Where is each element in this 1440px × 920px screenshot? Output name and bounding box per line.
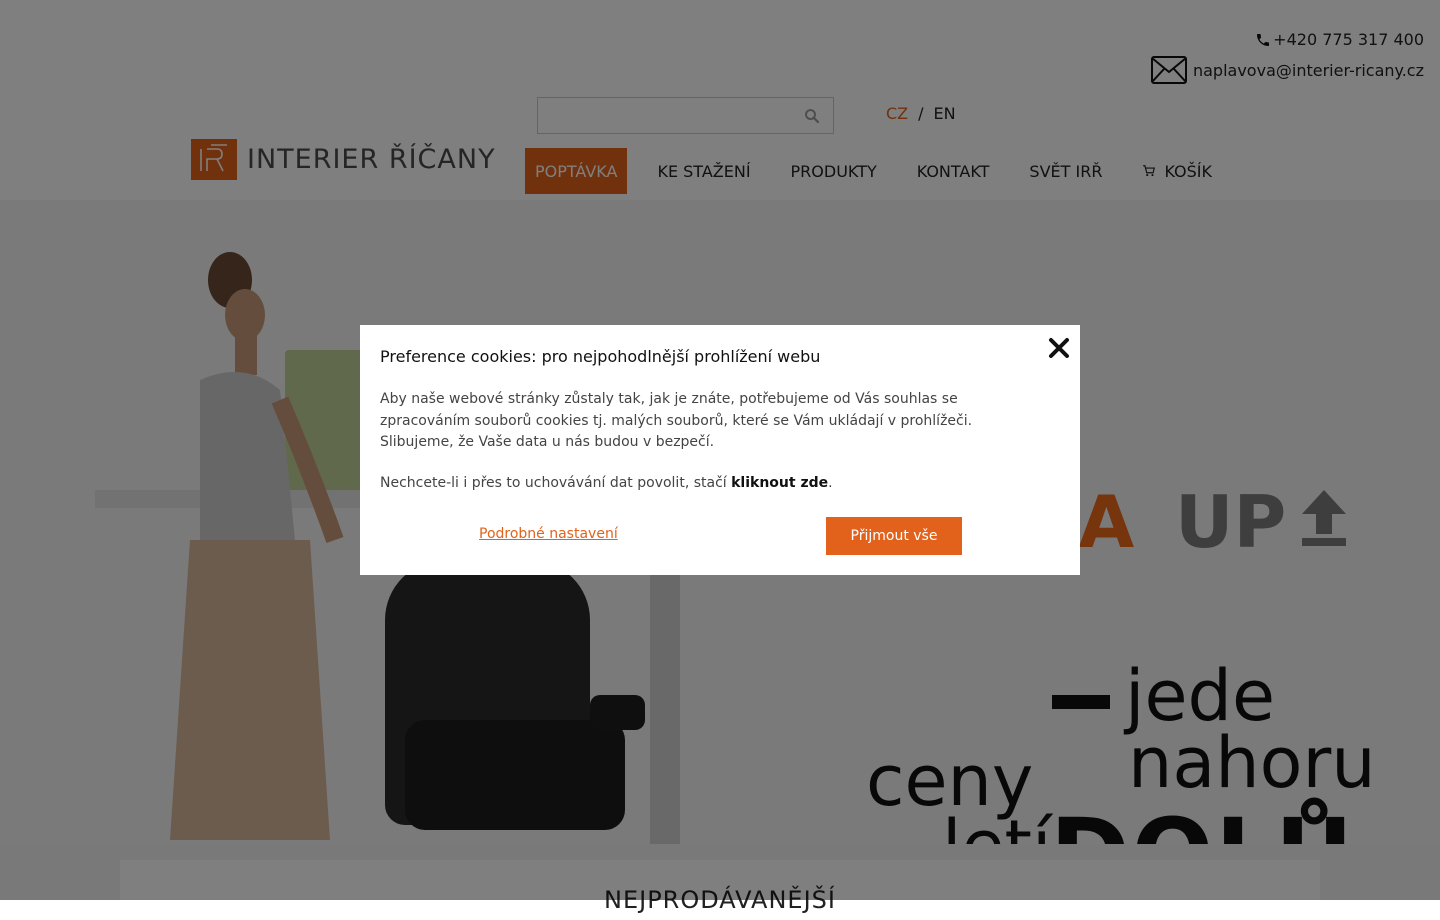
modal-title: Preference cookies: pro nejpohodlnější p… (380, 347, 821, 366)
cookie-modal: Preference cookies: pro nejpohodlnější p… (360, 325, 1080, 575)
decline-suffix: . (828, 475, 833, 491)
decline-link[interactable]: kliknout zde (731, 475, 828, 491)
detailed-settings-link[interactable]: Podrobné nastavení (479, 526, 618, 542)
close-icon[interactable] (1048, 337, 1070, 359)
modal-decline-text: Nechcete-li i přes to uchovávání dat pov… (380, 475, 833, 491)
accept-all-button[interactable]: Přijmout vše (826, 517, 962, 555)
modal-description: Aby naše webové stránky zůstaly tak, jak… (380, 391, 973, 450)
decline-prefix: Nechcete-li i přes to uchovávání dat pov… (380, 475, 732, 491)
